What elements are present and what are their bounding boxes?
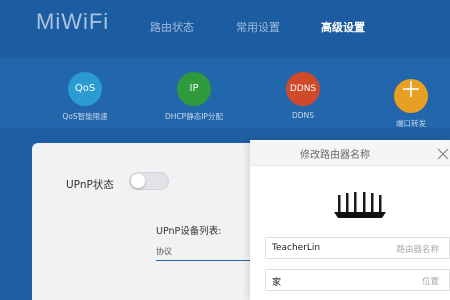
toggle-knob <box>131 174 145 188</box>
tab-router-status[interactable]: 路由状态 <box>150 19 194 35</box>
ddns-label: DDNS <box>292 111 314 120</box>
tab-advanced-settings[interactable]: 高级设置 <box>321 19 365 35</box>
tab-common-settings[interactable]: 常用设置 <box>236 19 280 35</box>
qos-icon[interactable]: QoS <box>68 72 102 106</box>
ddns-function[interactable]: DDNS DDNS <box>268 72 338 120</box>
dialog-header: 修改路由器名称 <box>250 140 450 166</box>
rename-router-dialog: 修改路由器名称 TeacherLin 路由器名称 家 位置 <box>250 140 450 300</box>
function-icon-row: QoS QoS智能限速 IP DHCP静态IP分配 DDNS DDNS 端口转发 <box>0 58 450 128</box>
dialog-title: 修改路由器名称 <box>300 150 370 161</box>
router-name-value: TeacherLin <box>272 243 321 253</box>
qos-label: QoS智能限速 <box>62 112 108 121</box>
router-name-placeholder: 路由器名称 <box>396 245 439 255</box>
port-forward-label: 端口转发 <box>396 119 426 128</box>
ip-icon[interactable]: IP <box>177 72 211 106</box>
port-forward-function[interactable]: 端口转发 <box>376 72 446 129</box>
miwifi-logo: MiWiFi <box>36 9 110 34</box>
dhcp-function[interactable]: IP DHCP静态IP分配 <box>159 72 229 122</box>
location-value: 家 <box>272 278 282 288</box>
port-forward-icon[interactable] <box>394 79 428 113</box>
dhcp-label: DHCP静态IP分配 <box>165 112 223 121</box>
upnp-status-label: UPnP状态 <box>66 179 114 191</box>
location-field[interactable]: 家 位置 <box>265 269 450 291</box>
upnp-device-list-label: UPnP设备列表: <box>156 226 222 237</box>
router-name-field[interactable]: TeacherLin 路由器名称 <box>265 237 450 259</box>
router-icon <box>332 192 388 224</box>
close-icon[interactable] <box>437 145 449 160</box>
upnp-toggle[interactable] <box>129 172 169 190</box>
ddns-icon[interactable]: DDNS <box>286 72 320 106</box>
qos-function[interactable]: QoS QoS智能限速 <box>50 72 120 122</box>
top-nav-bar: MiWiFi 路由状态 常用设置 高级设置 <box>0 0 450 55</box>
protocol-column-header: 协议 <box>156 241 256 261</box>
location-placeholder: 位置 <box>421 277 439 287</box>
